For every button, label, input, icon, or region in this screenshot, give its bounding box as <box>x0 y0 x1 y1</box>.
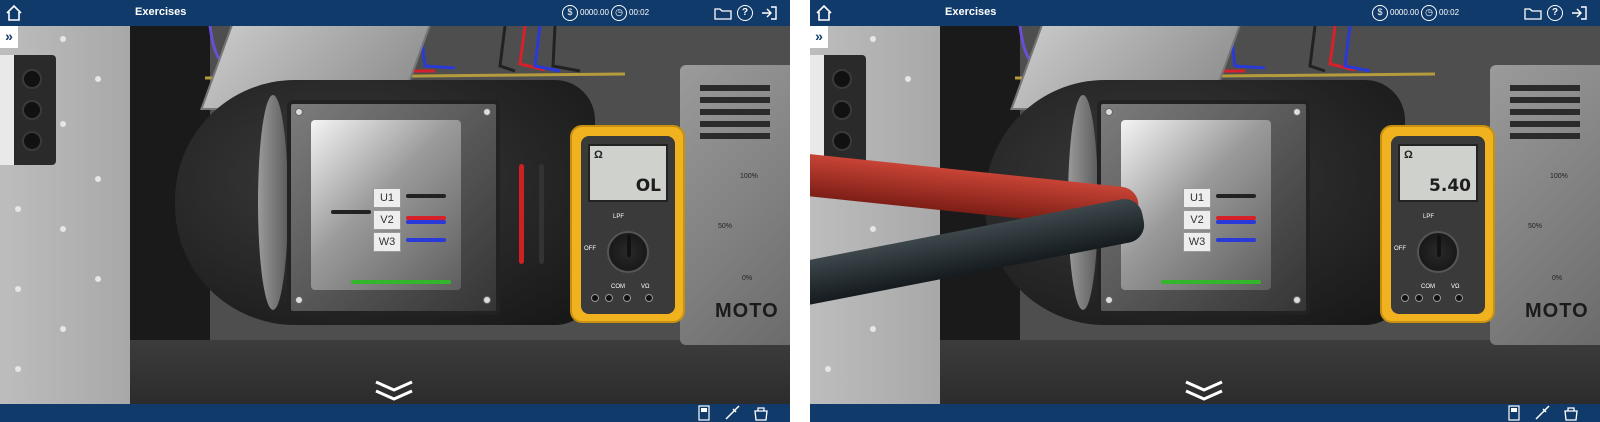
terminal-v2[interactable]: V2 <box>373 210 401 230</box>
lpf-label: LPF <box>613 214 625 220</box>
gauge-0-label: 0% <box>1552 275 1563 282</box>
multimeter-display: Ω 5.40 <box>1398 144 1478 202</box>
simulation-panel-right: U1 V2 W3 100% 50% 0% MOTO Ω 5.40 LPF OFF <box>810 0 1600 422</box>
terminal-w3[interactable]: W3 <box>1183 232 1211 252</box>
collapse-chevron-icon[interactable] <box>1182 378 1226 404</box>
gauge-0-label: 0% <box>742 275 753 282</box>
terminal-box[interactable]: U1 V2 W3 <box>287 100 544 315</box>
clock-icon: ◷ <box>1421 5 1437 21</box>
collapse-chevron-icon[interactable] <box>372 378 416 404</box>
jack-a[interactable] <box>1401 294 1409 302</box>
multimeter-unit: Ω <box>594 149 603 161</box>
screwdriver-tool-icon[interactable] <box>724 405 742 421</box>
multimeter-display: Ω OL <box>588 144 668 202</box>
expand-sidebar-icon[interactable]: » <box>0 26 18 48</box>
jack-ma[interactable] <box>605 294 613 302</box>
page-title: Exercises <box>135 6 187 18</box>
terminal-u1[interactable]: U1 <box>1183 188 1211 208</box>
timer-value: 00:02 <box>1439 8 1460 17</box>
terminal-box-interior: U1 V2 W3 <box>311 120 461 290</box>
gauge-100-label: 100% <box>740 173 758 180</box>
bottom-toolbar <box>0 404 790 422</box>
dollar-circle-icon: $ <box>1372 5 1388 21</box>
multimeter-tool-icon[interactable] <box>696 405 714 421</box>
exit-icon[interactable] <box>1570 5 1588 21</box>
off-label: OFF <box>1394 246 1406 252</box>
multimeter-reading: OL <box>635 176 661 196</box>
page-title: Exercises <box>945 6 997 18</box>
timer-value: 00:02 <box>629 8 650 17</box>
bag-tool-icon[interactable] <box>1562 405 1580 421</box>
multimeter[interactable]: Ω 5.40 LPF OFF COM VΩ <box>1380 125 1495 323</box>
vohm-label: VΩ <box>641 284 650 290</box>
bag-tool-icon[interactable] <box>752 405 770 421</box>
wall-socket <box>0 55 56 165</box>
gauge-100-label: 100% <box>1550 173 1568 180</box>
help-icon[interactable]: ? <box>1547 5 1563 21</box>
top-bar: Exercises $ 0000.00 ◷ 00:02 ? <box>810 0 1600 26</box>
wall-socket <box>810 55 866 165</box>
money-value: 0000.00 <box>1390 8 1419 17</box>
simulation-panel-left: U1 V2 W3 100% 50% 0% MOTO Ω OL LPF OFF C… <box>0 0 790 422</box>
folder-icon[interactable] <box>1524 5 1542 21</box>
screwdriver-tool-icon[interactable] <box>1534 405 1552 421</box>
exit-icon[interactable] <box>760 5 778 21</box>
bottom-toolbar <box>810 404 1600 422</box>
com-label: COM <box>1421 284 1435 290</box>
folder-icon[interactable] <box>714 5 732 21</box>
jack-com[interactable] <box>623 294 631 302</box>
off-label: OFF <box>584 246 596 252</box>
jack-a[interactable] <box>591 294 599 302</box>
jack-vohm[interactable] <box>645 294 653 302</box>
lpf-label: LPF <box>1423 214 1435 220</box>
multimeter[interactable]: Ω OL LPF OFF COM VΩ <box>570 125 685 323</box>
gauge-50-label: 50% <box>1528 223 1543 230</box>
com-label: COM <box>611 284 625 290</box>
cabinet-floor <box>940 340 1600 410</box>
home-icon[interactable] <box>814 3 834 23</box>
cabinet-floor <box>130 340 790 410</box>
terminal-u1[interactable]: U1 <box>373 188 401 208</box>
vohm-label: VΩ <box>1451 284 1460 290</box>
gauge-50-label: 50% <box>718 223 733 230</box>
home-icon[interactable] <box>4 3 24 23</box>
motor-endcap <box>258 95 288 310</box>
terminal-w3[interactable]: W3 <box>373 232 401 252</box>
clock-icon: ◷ <box>611 5 627 21</box>
money-value: 0000.00 <box>580 8 609 17</box>
multimeter-dial[interactable] <box>1417 231 1459 273</box>
jack-com[interactable] <box>1433 294 1441 302</box>
help-icon[interactable]: ? <box>737 5 753 21</box>
machine-label: MOTO <box>715 300 779 322</box>
expand-sidebar-icon[interactable]: » <box>810 26 828 48</box>
multimeter-tool-icon[interactable] <box>1506 405 1524 421</box>
top-bar: Exercises $ 0000.00 ◷ 00:02 ? <box>0 0 790 26</box>
dollar-circle-icon: $ <box>562 5 578 21</box>
multimeter-reading: 5.40 <box>1429 176 1471 196</box>
machine-label: MOTO <box>1525 300 1589 322</box>
jack-vohm[interactable] <box>1455 294 1463 302</box>
terminal-v2[interactable]: V2 <box>1183 210 1211 230</box>
jack-ma[interactable] <box>1415 294 1423 302</box>
terminal-box-interior: U1 V2 W3 <box>1121 120 1271 290</box>
multimeter-dial[interactable] <box>607 231 649 273</box>
multimeter-unit: Ω <box>1404 149 1413 161</box>
